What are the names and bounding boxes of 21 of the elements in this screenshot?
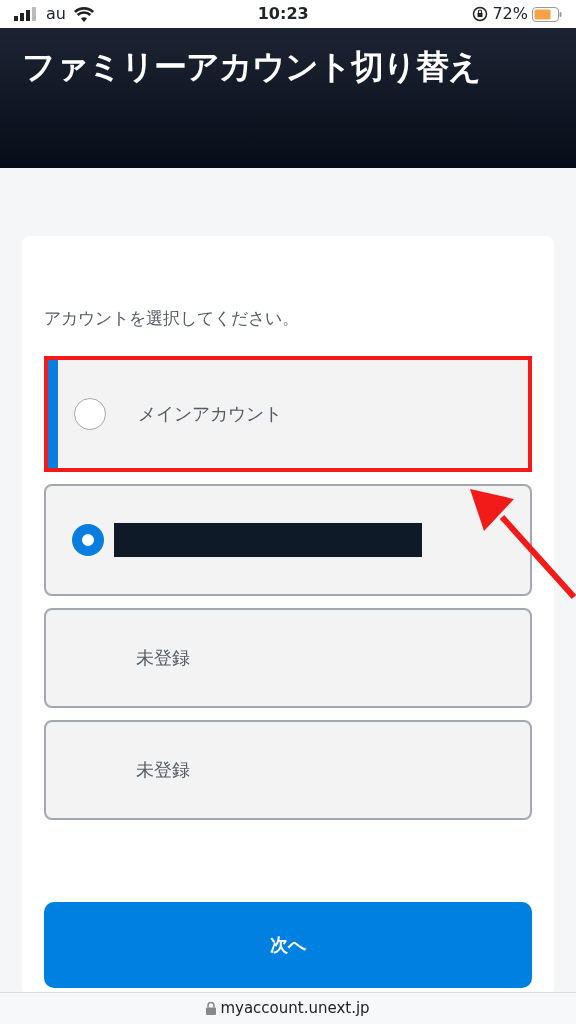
battery-icon [532,6,562,22]
option-label: メインアカウント [138,402,282,426]
carrier-name: au [46,3,66,25]
account-option[interactable]: メインアカウント [44,355,532,472]
option-label: 未登録 [136,646,190,670]
radio-button[interactable] [74,397,106,430]
account-option[interactable]: 未登録 [44,719,532,820]
next-button[interactable]: 次へ [44,901,532,988]
battery-percent: 72% [492,3,528,25]
clock-time: 10:23 [257,3,309,25]
account-option[interactable]: 未登録 [44,607,532,708]
account-option[interactable] [44,483,532,596]
page-title: ファミリーアカウント切り替え [22,46,482,88]
lock-icon [206,1002,217,1015]
url-address: myaccount.unext.jp [220,998,370,1020]
option-label: 未登録 [136,758,190,782]
wifi-icon [73,6,94,22]
radio-button[interactable] [72,523,104,556]
signal-icon [14,7,38,21]
rotation-lock-icon [472,6,489,22]
instruction-text: アカウントを選択してください。 [44,307,300,330]
